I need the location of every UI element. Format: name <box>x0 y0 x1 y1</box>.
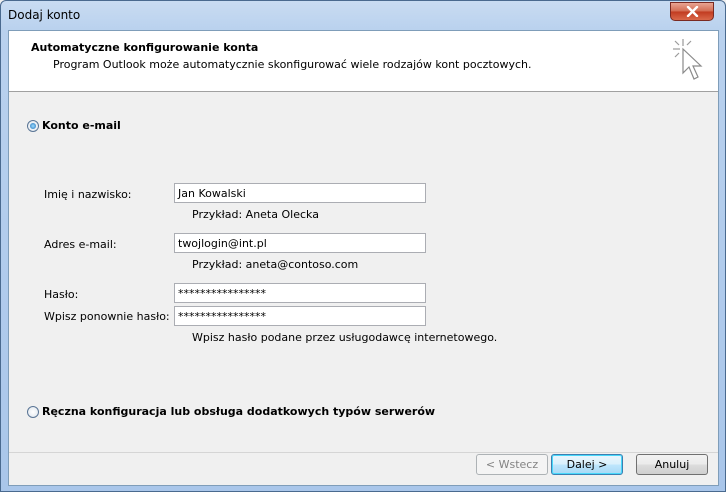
password-input[interactable]: **************** <box>174 283 426 303</box>
back-button[interactable]: < Wstecz <box>476 454 548 475</box>
name-label: Imię i nazwisko: <box>44 188 132 201</box>
header-title: Automatyczne konfigurowanie konta <box>31 41 259 54</box>
password-label: Hasło: <box>44 288 79 301</box>
name-input[interactable]: Jan Kowalski <box>174 183 426 203</box>
title-bar[interactable]: Dodaj konto <box>1 1 725 31</box>
password-hint: Wpisz hasło podane przez usługodawcę int… <box>192 331 498 344</box>
manual-config-radio[interactable] <box>27 406 39 418</box>
cursor-sparkle-icon <box>673 39 703 80</box>
close-icon <box>686 6 699 17</box>
dialog-client-area: Automatyczne konfigurowanie konta Progra… <box>8 30 719 486</box>
header-subtitle: Program Outlook może automatycznie skonf… <box>53 58 532 71</box>
next-button[interactable]: Dalej > <box>551 454 623 475</box>
email-hint: Przykład: aneta@contoso.com <box>192 258 359 271</box>
footer-divider <box>9 452 718 453</box>
dialog-window: Dodaj konto Automatyczne konfigurowanie … <box>0 0 726 492</box>
window-title: Dodaj konto <box>8 8 81 22</box>
email-account-label[interactable]: Konto e-mail <box>42 119 121 132</box>
password-confirm-label: Wpisz ponownie hasło: <box>44 310 170 323</box>
password-confirm-input[interactable]: **************** <box>174 306 426 326</box>
close-button[interactable] <box>670 2 714 21</box>
name-hint: Przykład: Aneta Olecka <box>192 208 319 221</box>
wizard-header: Automatyczne konfigurowanie konta Progra… <box>9 31 718 92</box>
email-account-radio[interactable] <box>27 120 39 132</box>
email-label: Adres e-mail: <box>44 238 117 251</box>
email-input[interactable]: twojlogin@int.pl <box>174 233 426 253</box>
cancel-button[interactable]: Anuluj <box>636 454 708 475</box>
manual-config-label[interactable]: Ręczna konfiguracja lub obsługa dodatkow… <box>42 405 435 418</box>
